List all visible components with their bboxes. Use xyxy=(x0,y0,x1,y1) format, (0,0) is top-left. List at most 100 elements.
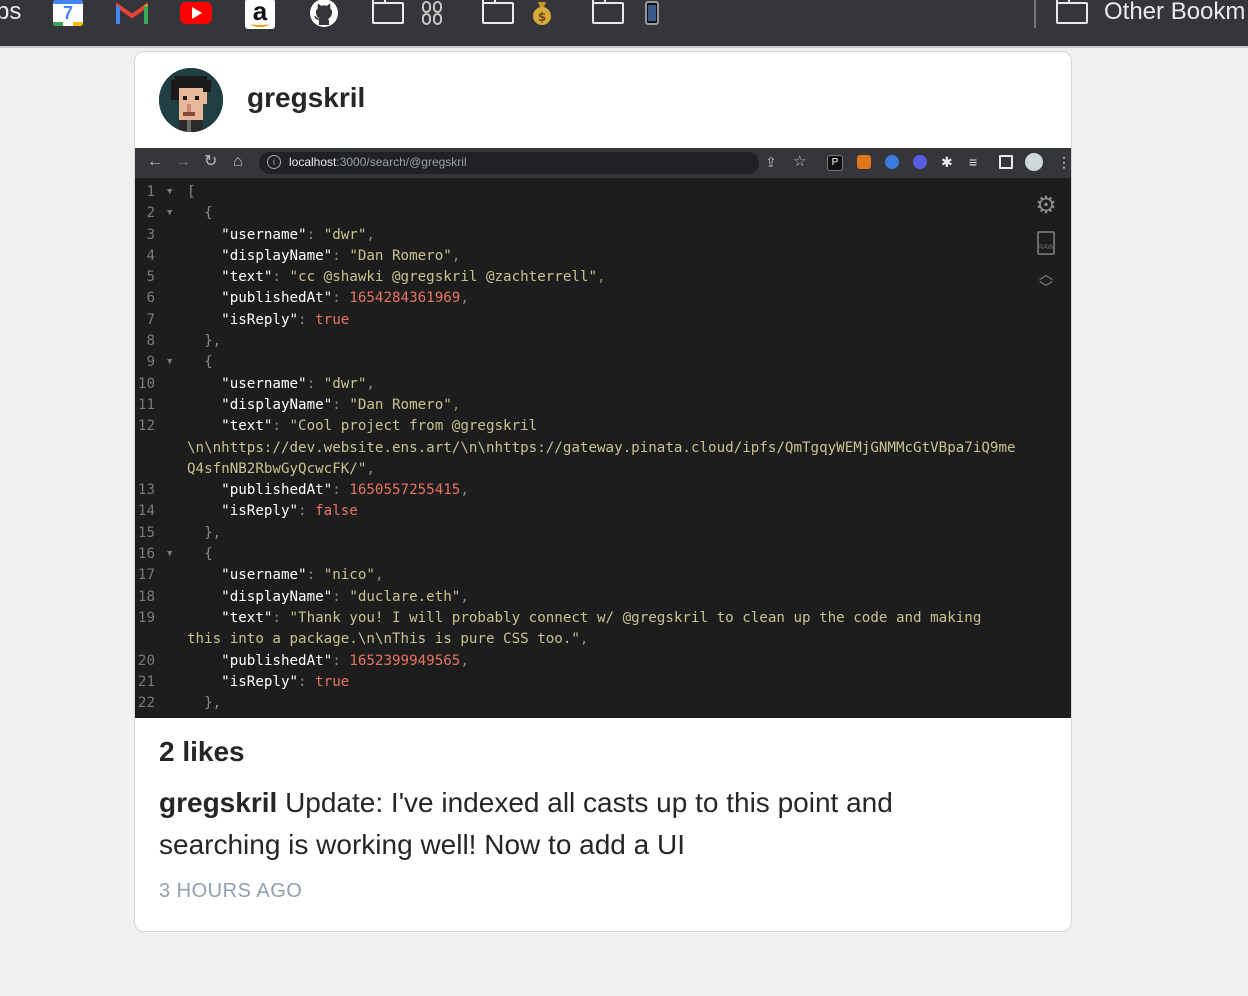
code-line: this into a package.\n\nThis is pure CSS… xyxy=(135,629,1071,650)
folder-icon[interactable] xyxy=(592,0,624,24)
other-bookmarks-label[interactable]: Other Bookm xyxy=(1104,0,1245,26)
code-line: 7 "isReply": true xyxy=(135,310,1071,331)
code-line: 11 "displayName": "Dan Romero", xyxy=(135,395,1071,416)
fold-toggle-icon: ▼ xyxy=(167,187,173,197)
line-number: 6 xyxy=(146,290,155,307)
url-host: localhost xyxy=(289,155,337,169)
code-line: 21 "isReply": true xyxy=(135,672,1071,693)
code-line: 3 "username": "dwr", xyxy=(135,225,1071,246)
code-line: 15 }, xyxy=(135,523,1071,544)
line-number: 17 xyxy=(137,567,155,584)
profile-avatar-icon xyxy=(1025,153,1043,171)
code-line: 6 "publishedAt": 1654284361969, xyxy=(135,288,1071,309)
avatar[interactable] xyxy=(159,68,223,132)
reading-list-icon: ≡ xyxy=(969,154,978,170)
code-line: 1 ▼ [ xyxy=(135,182,1071,203)
line-number: 1 xyxy=(146,184,155,200)
line-number: 5 xyxy=(146,269,155,286)
code-text: "displayName": "Dan Romero", xyxy=(221,396,461,413)
code-text: Q4sfnNB2RbwGyQcwcFK/", xyxy=(187,460,375,477)
code-line: 20 "publishedAt": 1652399949565, xyxy=(135,651,1071,672)
line-number: 20 xyxy=(137,652,155,669)
code-line: 9 ▼ { xyxy=(135,352,1071,373)
code-text: this into a package.\n\nThis is pure CSS… xyxy=(187,631,589,648)
code-line: 12 "text": "Cool project from @gregskril xyxy=(135,416,1071,437)
code-line: 18 "displayName": "duclare.eth", xyxy=(135,587,1071,608)
line-number: 3 xyxy=(146,226,155,243)
line-number: 10 xyxy=(137,375,155,392)
line-number: 18 xyxy=(137,588,155,605)
fold-toggle-icon: ▼ xyxy=(167,549,173,560)
code-line: Q4sfnNB2RbwGyQcwcFK/", xyxy=(135,459,1071,480)
likes-count[interactable]: 2 likes xyxy=(159,736,245,768)
json-code-view: 1 ▼[2 ▼ {3 "username": "dwr", 4 "displayNam… xyxy=(135,182,1071,718)
github-icon[interactable] xyxy=(308,0,340,27)
folder-icon[interactable] xyxy=(482,0,514,24)
gear-icon: ⚙ xyxy=(1035,191,1057,219)
code-text: }, xyxy=(204,695,222,712)
line-number: 12 xyxy=(137,418,155,435)
code-text: }, xyxy=(204,333,222,350)
info-icon: i xyxy=(267,155,281,169)
post-card: gregskril ← → ↻ ⌂ i localhost:3000/searc… xyxy=(134,51,1072,932)
code-line: 13 "publishedAt": 1650557255415, xyxy=(135,480,1071,501)
fold-toggle-icon: ▼ xyxy=(167,357,173,368)
extension-p-icon: P xyxy=(827,155,843,171)
bookmarks-bar: ps 7 a xyxy=(0,0,1248,48)
youtube-icon[interactable] xyxy=(180,0,212,26)
code-text: "text": "Thank you! I will probably conn… xyxy=(221,609,982,626)
folder-icon[interactable] xyxy=(1056,0,1088,24)
chain-link-icon[interactable] xyxy=(416,0,448,26)
code-text: "username": "nico", xyxy=(221,567,384,584)
url-path: :3000/search/@gregskril xyxy=(336,155,467,169)
forward-arrow-icon: → xyxy=(175,153,191,170)
calendar-icon[interactable]: 7 xyxy=(52,0,84,26)
line-number: 13 xyxy=(137,482,155,499)
line-number: 16 xyxy=(137,546,155,563)
line-number: 21 xyxy=(137,673,155,690)
code-text: "isReply": true xyxy=(221,673,350,690)
embedded-address-bar: i localhost:3000/search/@gregskril xyxy=(259,152,759,174)
line-number: 19 xyxy=(137,609,155,626)
line-number: 14 xyxy=(137,503,155,520)
line-number: 8 xyxy=(146,333,155,350)
code-text: \n\nhttps://dev.website.ens.art/\n\nhttp… xyxy=(187,439,1016,456)
code-line: 14 "isReply": false xyxy=(135,501,1071,522)
code-text: { xyxy=(204,546,213,563)
post-username[interactable]: gregskril xyxy=(247,82,365,114)
folder-icon[interactable] xyxy=(372,0,404,24)
code-line: 19 "text": "Thank you! I will probably c… xyxy=(135,608,1071,629)
reload-icon: ↻ xyxy=(204,153,218,170)
fold-toggle-icon: ▼ xyxy=(167,208,173,219)
line-number: 9 xyxy=(146,354,155,371)
gmail-icon[interactable] xyxy=(116,0,148,26)
code-line: 2 ▼ { xyxy=(135,203,1071,224)
line-number: 11 xyxy=(137,396,155,413)
json-viewer-tools: ⚙ RAW ︿ ﹀ xyxy=(1033,192,1059,306)
line-number: 2 xyxy=(146,205,155,222)
svg-text:$: $ xyxy=(538,10,546,24)
code-line: 8 }, xyxy=(135,331,1071,352)
code-line: 4 "displayName": "Dan Romero", xyxy=(135,246,1071,267)
caption-username[interactable]: gregskril xyxy=(159,787,277,818)
code-text: "isReply": false xyxy=(221,503,358,520)
collapse-expand-chevrons-icon: ︿ ﹀ xyxy=(1039,266,1053,296)
amazon-icon[interactable]: a xyxy=(244,0,276,29)
code-text: "username": "dwr", xyxy=(221,226,375,243)
mobile-phone-icon[interactable] xyxy=(636,0,668,26)
share-icon: ⇪ xyxy=(765,154,777,170)
code-text: [ xyxy=(187,184,196,200)
home-icon: ⌂ xyxy=(233,153,243,170)
bookmarks-separator xyxy=(1034,0,1036,28)
bookmark-truncated-label[interactable]: ps xyxy=(0,0,21,26)
code-text: "text": "cc @shawki @gregskril @zachterr… xyxy=(221,269,606,286)
post-caption: gregskril Update: I've indexed all casts… xyxy=(159,782,1019,866)
post-timestamp: 3 HOURS AGO xyxy=(159,880,303,902)
code-line: 5 "text": "cc @shawki @gregskril @zachte… xyxy=(135,267,1071,288)
code-line: 22 }, xyxy=(135,693,1071,714)
code-text: }, xyxy=(204,524,222,541)
back-arrow-icon: ← xyxy=(147,153,163,170)
onepassword-icon xyxy=(885,155,899,169)
code-text: "publishedAt": 1654284361969, xyxy=(221,290,469,307)
money-bag-icon[interactable]: $ xyxy=(526,0,558,26)
